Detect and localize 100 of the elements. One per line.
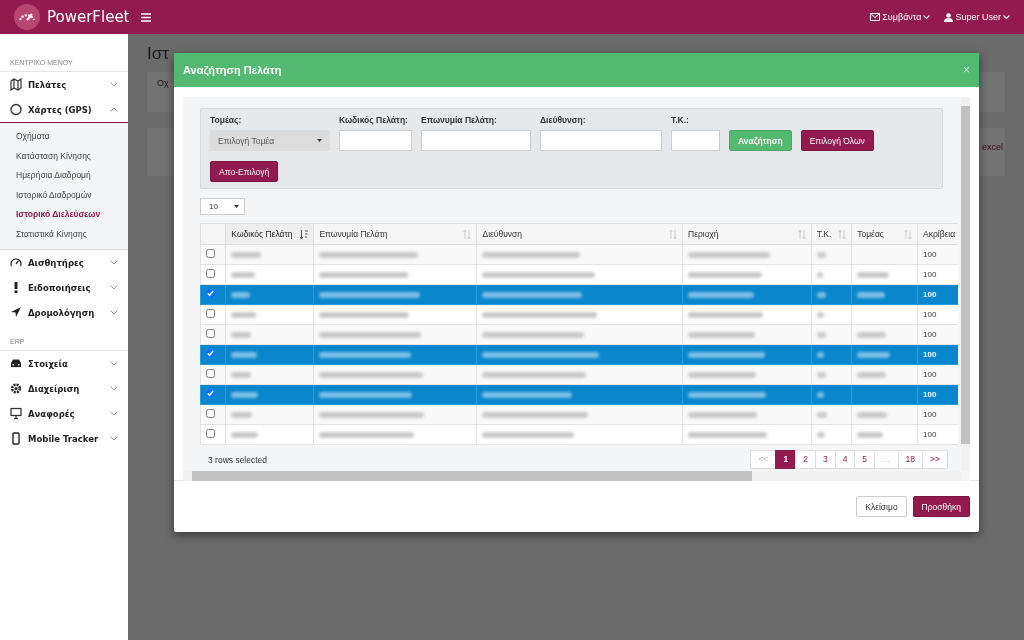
- chevron-down-icon: [110, 386, 118, 391]
- sidebar-item[interactable]: Διαχείριση: [0, 376, 128, 401]
- chevron-down-icon: [1003, 14, 1010, 20]
- menu-icon: [140, 12, 151, 22]
- sort-icon: [463, 229, 472, 239]
- chevron-down-icon: [110, 82, 118, 87]
- submenu-item[interactable]: Ιστορικό Διαδρομών: [0, 185, 128, 205]
- field-label: Οχ: [157, 78, 169, 88]
- page-button[interactable]: 1: [775, 450, 797, 469]
- caret-down-icon: [234, 205, 239, 208]
- row-checkbox[interactable]: [206, 349, 215, 358]
- sidebar-item[interactable]: Αναφορές: [0, 401, 128, 426]
- dialog-button[interactable]: Κλείσιμο: [856, 496, 907, 517]
- submenu-item[interactable]: Κατάσταση Κίνησης: [0, 146, 128, 166]
- horizontal-scrollbar[interactable]: [183, 471, 961, 481]
- caret-down-icon: [317, 139, 322, 142]
- vertical-scrollbar[interactable]: [961, 97, 970, 471]
- sidebar-item[interactable]: Ειδοποιήσεις: [0, 275, 128, 300]
- page-button[interactable]: 2: [795, 450, 816, 469]
- chevron-down-icon: [110, 285, 118, 290]
- car-icon: [10, 357, 22, 370]
- page-button[interactable]: >>: [922, 450, 948, 469]
- header-cell: [200, 223, 226, 245]
- sidebar-item[interactable]: Δρομολόγηση: [0, 300, 128, 325]
- top-menu-link[interactable]: Super User: [944, 12, 1010, 22]
- input-field[interactable]: [671, 130, 720, 151]
- row-checkbox[interactable]: [206, 389, 215, 398]
- action-button[interactable]: Επιλογή Όλων: [800, 130, 874, 151]
- page-button[interactable]: 18: [897, 450, 924, 469]
- sidebar-item[interactable]: Αισθητήρες: [0, 250, 128, 275]
- column-header[interactable]: Επωνυμία Πελάτη: [313, 223, 477, 245]
- column-header[interactable]: Ακρίβεια: [917, 223, 958, 245]
- input-field[interactable]: [339, 130, 412, 151]
- input-field[interactable]: [421, 130, 531, 151]
- dropdown[interactable]: Επιλογή Τομέα: [210, 130, 330, 151]
- row-checkbox[interactable]: [206, 249, 215, 258]
- mobile-icon: [10, 432, 22, 445]
- row-checkbox[interactable]: [206, 329, 215, 338]
- page-button[interactable]: 3: [814, 450, 836, 469]
- page-button[interactable]: 5: [854, 450, 876, 469]
- field-label: Διεύθυνση:: [540, 115, 587, 125]
- row-checkbox[interactable]: [206, 429, 215, 438]
- chevron-down-icon: [923, 14, 931, 20]
- row-checkbox[interactable]: [206, 289, 215, 298]
- export-link[interactable]: excel: [982, 142, 1003, 170]
- sort-ascending-icon: [300, 229, 309, 239]
- user-icon: [944, 12, 954, 22]
- chevron-down-icon: [110, 436, 118, 441]
- row-checkbox[interactable]: [206, 309, 215, 318]
- table-row[interactable]: 100: [200, 284, 958, 305]
- arrow-icon: [10, 306, 22, 319]
- sort-icon: [797, 229, 806, 239]
- submenu-item[interactable]: Ημερήσια Διαδρομή: [0, 166, 128, 186]
- brand-name: PowerFleet: [47, 8, 130, 26]
- chevron-up-icon: [110, 107, 118, 112]
- sidebar-item[interactable]: Πελάτες: [0, 72, 128, 97]
- gauge-icon: [10, 256, 22, 269]
- sort-icon: [669, 229, 678, 239]
- page-title: Ιστ: [147, 44, 169, 65]
- table-row[interactable]: 100: [200, 344, 958, 365]
- column-header[interactable]: Διεύθυνση: [477, 223, 683, 245]
- submenu-item[interactable]: Οχήματα: [0, 127, 128, 147]
- column-header[interactable]: Τομέας: [851, 223, 918, 245]
- column-header[interactable]: Περιοχή: [682, 223, 812, 245]
- top-menu-link[interactable]: Συμβάντα: [870, 12, 931, 22]
- submenu-item[interactable]: Ιστορικό Διελεύσεων: [0, 205, 128, 225]
- input-field[interactable]: [540, 130, 662, 151]
- monitor-icon: [10, 407, 22, 420]
- sidebar-item[interactable]: Στοιχεία: [0, 351, 128, 376]
- column-header[interactable]: Κωδικός Πελάτη: [225, 223, 314, 245]
- chevron-down-icon: [110, 361, 118, 366]
- envelope-icon: [870, 13, 881, 21]
- table-row[interactable]: 100: [200, 404, 958, 425]
- table-row[interactable]: 100: [200, 424, 958, 445]
- table-row[interactable]: 100: [200, 364, 958, 385]
- table-row[interactable]: 100: [200, 244, 958, 265]
- action-button[interactable]: Απο-Επιλογή: [210, 161, 279, 182]
- field-label: Τομέας:: [210, 115, 243, 125]
- table-row[interactable]: 100: [200, 384, 958, 405]
- field-label: Κωδικός Πελάτη:: [339, 115, 409, 125]
- row-checkbox[interactable]: [206, 369, 215, 378]
- gear-icon: [10, 382, 22, 395]
- table-row[interactable]: 100: [200, 264, 958, 285]
- row-checkbox[interactable]: [206, 409, 215, 418]
- chevron-down-icon: [110, 260, 118, 265]
- submenu-item[interactable]: Στατιστικά Κίνησης: [0, 224, 128, 244]
- field-label: Τ.Κ.:: [671, 115, 690, 125]
- sort-icon: [904, 229, 913, 239]
- column-header[interactable]: Τ.Κ.: [811, 223, 852, 245]
- table-row[interactable]: 100: [200, 324, 958, 345]
- row-checkbox[interactable]: [206, 269, 215, 278]
- page-size-dropdown[interactable]: 10: [200, 198, 245, 215]
- sidebar-item[interactable]: Mobile Tracker: [0, 426, 128, 451]
- speedometer-logo-icon: [14, 4, 40, 30]
- dialog-button[interactable]: Προσθήκη: [912, 496, 970, 517]
- dialog-title: Αναζήτηση Πελάτη: [183, 64, 282, 76]
- chevron-down-icon: [110, 411, 118, 416]
- circle-icon: [10, 103, 22, 116]
- field-label: Επωνυμία Πελάτη:: [421, 115, 498, 125]
- table-row[interactable]: 100: [200, 304, 958, 325]
